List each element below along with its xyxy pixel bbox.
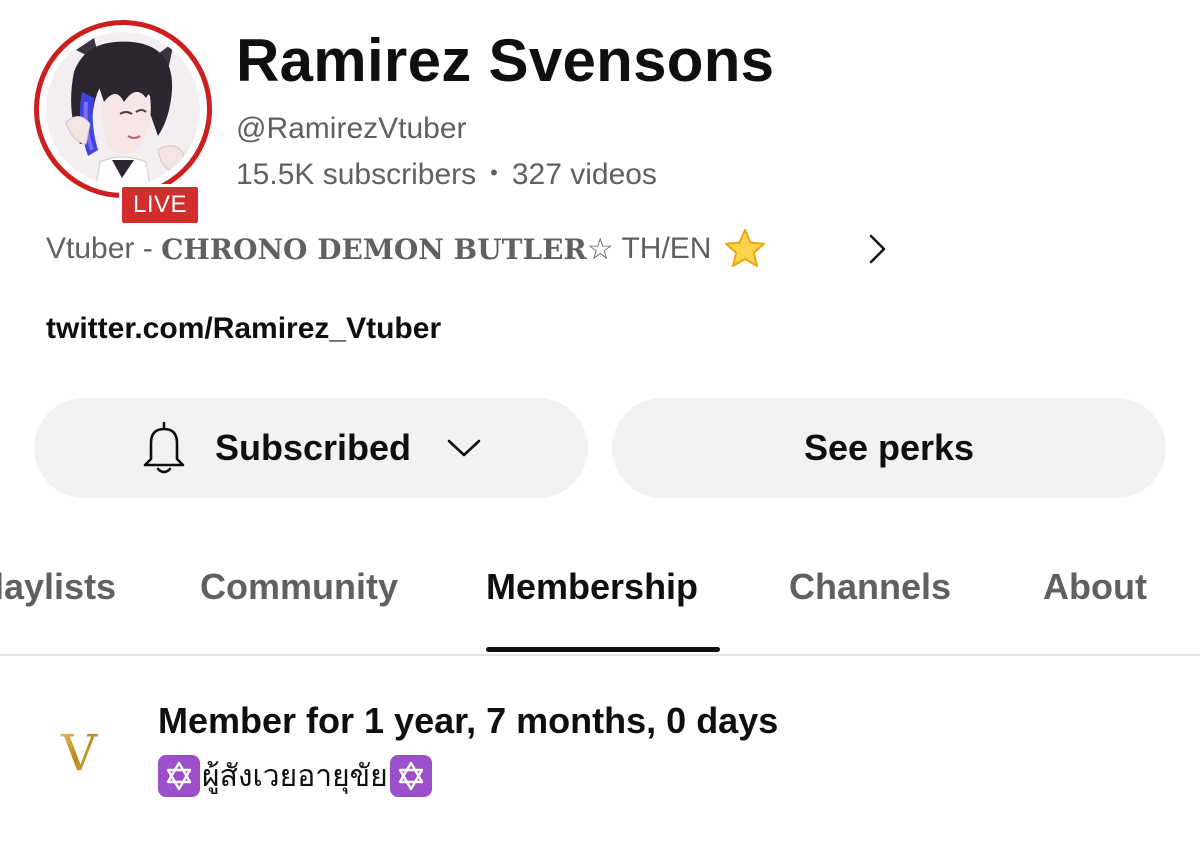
membership-badge-text: ผู้สังเวยอายุขัย (202, 758, 388, 794)
avatar-illustration (46, 32, 200, 186)
description-star: ☆ (586, 232, 614, 266)
star-of-david-icon (389, 755, 432, 797)
membership-badge: ผู้สังเวยอายุขัย (158, 754, 432, 798)
v-emblem-icon: V (60, 724, 98, 778)
tab-about[interactable]: About (1043, 566, 1147, 608)
v-emblem-letter: V (60, 724, 98, 778)
tab-community[interactable]: Community (200, 566, 398, 608)
membership-duration: Member for 1 year, 7 months, 0 days (158, 700, 779, 741)
channel-page: LIVE Ramirez Svensons @RamirezVtuber 15.… (0, 0, 1200, 844)
subscribed-label: Subscribed (214, 427, 412, 468)
subscriber-count: 15.5K subscribers (236, 158, 477, 191)
description-suffix: TH/EN (613, 232, 712, 265)
see-perks-button[interactable]: See perks (612, 398, 1166, 498)
channel-tabs: laylists Community Membership Channels A… (0, 540, 1200, 656)
channel-description[interactable]: Vtuber - CHRONO DEMON BUTLER ☆ TH/EN (46, 226, 896, 272)
active-tab-indicator (486, 647, 720, 652)
live-badge: LIVE (119, 184, 201, 226)
star-of-david-icon (158, 755, 200, 797)
stats-separator: • (490, 160, 498, 185)
description-prefix: Vtuber - (46, 232, 162, 265)
tab-channels[interactable]: Channels (789, 566, 951, 608)
subscribed-button[interactable]: Subscribed (34, 398, 588, 498)
channel-name: Ramirez Svensons (236, 27, 775, 94)
channel-handle: @RamirezVtuber (236, 112, 467, 145)
channel-stats: 15.5K subscribers • 327 videos (236, 158, 657, 192)
star-icon (725, 229, 766, 267)
see-perks-label: See perks (803, 427, 975, 468)
tab-playlists[interactable]: laylists (0, 566, 116, 608)
channel-avatar[interactable]: LIVE (34, 20, 212, 226)
video-count: 327 videos (511, 158, 657, 191)
chevron-right-icon[interactable] (860, 232, 894, 266)
bell-icon (143, 421, 185, 474)
description-title: CHRONO DEMON BUTLER (161, 232, 587, 266)
channel-link[interactable]: twitter.com/Ramirez_Vtuber (46, 312, 441, 346)
chevron-down-icon (447, 439, 481, 457)
tab-membership[interactable]: Membership (486, 566, 698, 608)
